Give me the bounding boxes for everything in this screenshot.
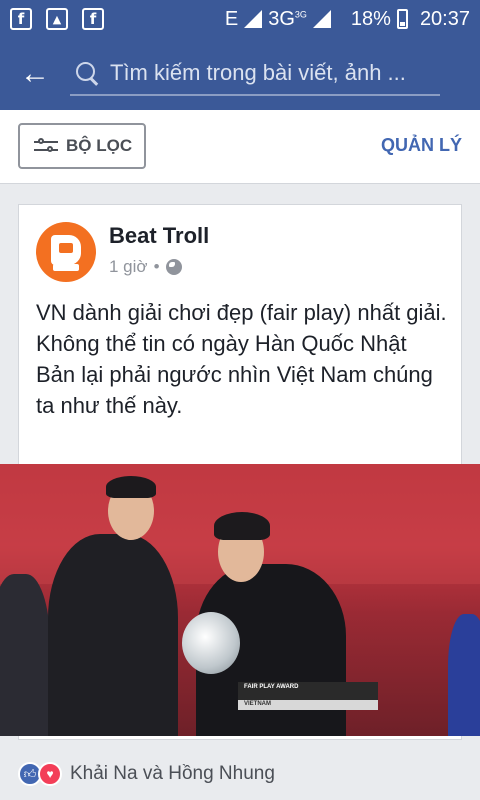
post-text: VN dành giải chơi đẹp (fair play) nhất g… (36, 297, 451, 421)
reaction-names[interactable]: Khải Na và Hồng Nhung (70, 763, 275, 785)
search-icon (76, 62, 98, 84)
award-country: VIETNAM (238, 700, 378, 710)
meta-separator: • (153, 257, 160, 276)
post-text-line: Không thể tin có ngày Hàn Quốc Nhật Bản … (36, 331, 433, 418)
avatar[interactable] (36, 222, 96, 282)
trophy (182, 612, 240, 674)
post-meta: 1 giờ • (109, 257, 182, 277)
filter-bar: BỘ LỌC QUẢN LÝ (0, 110, 480, 184)
back-arrow-icon[interactable]: ← (0, 38, 70, 110)
search-header: ← (0, 38, 480, 110)
facebook-notification-icon: f (82, 8, 104, 30)
manage-link[interactable]: QUẢN LÝ (381, 135, 462, 156)
sliders-icon (34, 137, 58, 155)
post-text-line: VN dành giải chơi đẹp (fair play) nhất g… (36, 300, 447, 325)
post-time[interactable]: 1 giờ (109, 257, 148, 277)
post-author[interactable]: Beat Troll (109, 223, 209, 249)
battery-icon (396, 9, 408, 29)
globe-icon (165, 259, 182, 275)
clock: 20:37 (419, 7, 470, 30)
signal-icon (244, 10, 263, 28)
reactions-bar[interactable]: 👍︎ ♥ Khải Na và Hồng Nhung (0, 752, 480, 796)
status-bar: f ▲ f E 3G3G 18% 20:37 (0, 0, 480, 38)
image-notification-icon: ▲ (46, 8, 68, 30)
award-caption: FAIR PLAY AWARD (238, 682, 378, 700)
network-type: 3G3G (268, 7, 307, 30)
filter-button[interactable]: BỘ LỌC (18, 123, 146, 169)
post-photo[interactable]: FAIR PLAY AWARD VIETNAM (0, 464, 480, 736)
search-input[interactable] (110, 60, 430, 86)
heart-icon: ♥ (38, 762, 62, 786)
signal-icon (312, 10, 331, 28)
network-label: E (224, 7, 239, 30)
filter-label: BỘ LỌC (66, 136, 133, 155)
search-box[interactable] (70, 52, 440, 96)
battery-percent: 18% (350, 7, 391, 30)
facebook-notification-icon: f (10, 8, 32, 30)
